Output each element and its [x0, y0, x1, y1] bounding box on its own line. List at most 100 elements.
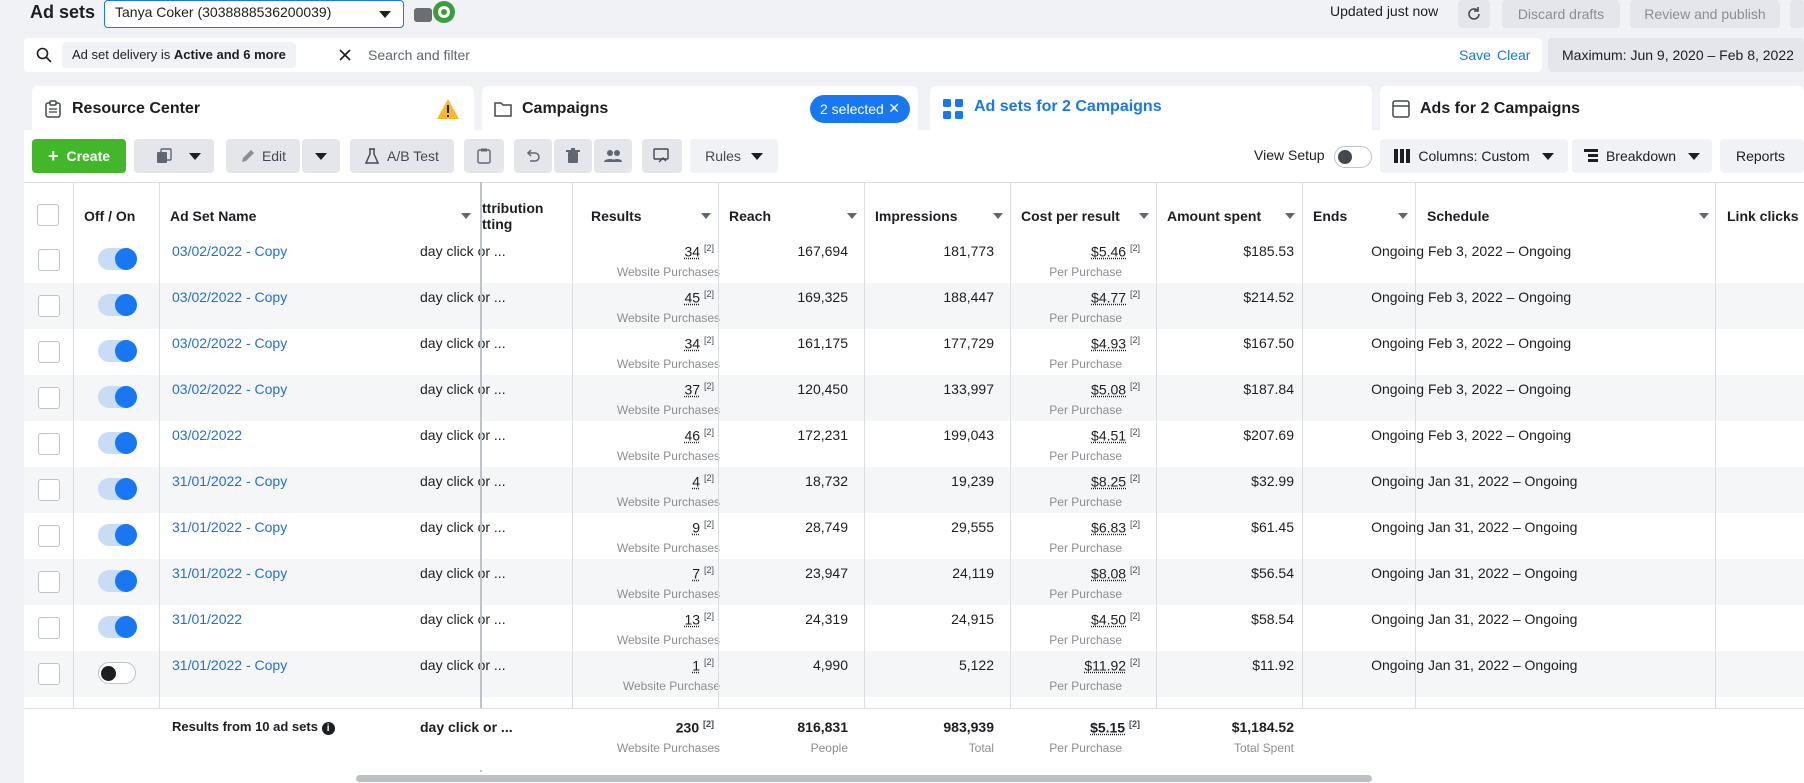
row-checkbox[interactable]: [38, 249, 60, 271]
col-ends[interactable]: Ends: [1313, 208, 1347, 224]
review-publish-button[interactable]: Review and publish: [1630, 0, 1780, 28]
table-row[interactable]: 31/01/2022 - Copy day click or ... 7 [2] We…: [24, 559, 1804, 605]
save-filter-link[interactable]: Save: [1459, 47, 1491, 63]
selected-count-badge[interactable]: 2 selected ✕: [810, 95, 910, 123]
col-results[interactable]: Results: [591, 208, 642, 224]
col-ad-set-name[interactable]: Ad Set Name: [170, 208, 256, 224]
ad-set-name-link[interactable]: 31/01/2022: [172, 611, 242, 627]
delivery-toggle[interactable]: [98, 248, 137, 270]
search-input[interactable]: Search and filter: [368, 47, 470, 63]
table-row[interactable]: 31/01/2022 day click or ... 13 [2] Website …: [24, 605, 1804, 651]
chevron-down-icon[interactable]: [993, 213, 1003, 219]
ab-test-button[interactable]: A/B Test: [350, 139, 454, 173]
row-checkbox[interactable]: [38, 617, 60, 639]
results-cell: 13 [2]: [584, 611, 714, 628]
table-row[interactable]: 31/01/2022 - Copy day click or ... 4 [2] We…: [24, 467, 1804, 513]
account-selector[interactable]: Tanya Coker (3038888536200039): [104, 0, 404, 28]
filter-chip[interactable]: Ad set delivery is Active and 6 more: [62, 42, 296, 68]
audience-button[interactable]: [594, 139, 632, 173]
col-cost-per-result[interactable]: Cost per result: [1021, 208, 1120, 224]
ad-set-name-link[interactable]: 03/02/2022: [172, 427, 242, 443]
delivery-toggle[interactable]: [98, 616, 137, 638]
clear-filter-link[interactable]: Clear: [1497, 47, 1530, 63]
col-attribution[interactable]: ttribution tting: [482, 200, 543, 232]
duplicate-dropdown-button[interactable]: [176, 139, 214, 173]
table-row[interactable]: 03/02/2022 - Copy day click or ... 34 [2] W…: [24, 237, 1804, 283]
cpr-sub: Per Purchase: [1049, 357, 1122, 371]
create-button[interactable]: + Create: [32, 139, 126, 173]
notes-button[interactable]: [464, 139, 504, 173]
delete-button[interactable]: [554, 139, 592, 173]
chevron-down-icon[interactable]: [1398, 213, 1408, 219]
row-checkbox[interactable]: [38, 571, 60, 593]
ad-set-name-link[interactable]: 03/02/2022 - Copy: [172, 335, 287, 351]
row-checkbox[interactable]: [38, 295, 60, 317]
delivery-toggle[interactable]: [98, 294, 137, 316]
info-icon[interactable]: i: [321, 722, 335, 735]
ad-set-name-link[interactable]: 31/01/2022 - Copy: [172, 519, 287, 535]
chevron-down-icon[interactable]: [1285, 213, 1295, 219]
delivery-toggle[interactable]: [98, 662, 136, 684]
ad-set-name-link[interactable]: 03/02/2022 - Copy: [172, 243, 287, 259]
delivery-toggle[interactable]: [98, 478, 137, 500]
col-link-clicks[interactable]: Link clicks: [1727, 208, 1799, 224]
export-button[interactable]: [642, 139, 682, 173]
row-checkbox[interactable]: [38, 433, 60, 455]
row-checkbox[interactable]: [38, 663, 60, 685]
edit-button[interactable]: Edit: [226, 139, 300, 173]
col-schedule[interactable]: Schedule: [1427, 208, 1489, 224]
delivery-toggle[interactable]: [98, 432, 137, 454]
cpr-sup: [2]: [1129, 335, 1140, 345]
date-range-picker[interactable]: Maximum: Jun 9, 2020 – Feb 8, 2022: [1548, 38, 1804, 72]
columns-button[interactable]: Columns: Custom: [1380, 139, 1568, 173]
chevron-down-icon[interactable]: [461, 213, 471, 219]
tab-resource-center[interactable]: Resource Center: [32, 86, 474, 130]
delivery-toggle[interactable]: [98, 570, 137, 592]
view-setup-toggle[interactable]: [1334, 146, 1372, 168]
table-row[interactable]: 03/02/2022 day click or ... 46 [2] Website …: [24, 421, 1804, 467]
col-amount-spent[interactable]: Amount spent: [1167, 208, 1261, 224]
close-icon[interactable]: [338, 48, 352, 62]
chevron-down-icon[interactable]: [847, 213, 857, 219]
row-checkbox[interactable]: [38, 479, 60, 501]
select-all-checkbox[interactable]: [37, 204, 59, 226]
ad-set-name-link[interactable]: 31/01/2022 - Copy: [172, 473, 287, 489]
close-icon[interactable]: ✕: [888, 100, 900, 117]
row-checkbox[interactable]: [38, 525, 60, 547]
col-reach[interactable]: Reach: [729, 208, 771, 224]
search-bar[interactable]: Ad set delivery is Active and 6 more Sea…: [24, 38, 1542, 72]
delivery-toggle[interactable]: [98, 340, 137, 362]
table-row[interactable]: 03/02/2022 - Copy day click or ... 45 [2] W…: [24, 283, 1804, 329]
tab-ads[interactable]: Ads for 2 Campaigns: [1380, 86, 1804, 130]
reports-button[interactable]: Reports: [1720, 139, 1804, 173]
rules-button[interactable]: Rules: [690, 139, 778, 173]
delivery-toggle[interactable]: [98, 386, 137, 408]
chevron-down-icon[interactable]: [1139, 213, 1149, 219]
ad-set-name-link[interactable]: 31/01/2022 - Copy: [172, 657, 287, 673]
ad-set-name-link[interactable]: 03/02/2022 - Copy: [172, 381, 287, 397]
chevron-down-icon[interactable]: [701, 213, 711, 219]
schedule-cell: Feb 3, 2022 – Ongoing: [1428, 289, 1572, 305]
row-checkbox[interactable]: [38, 341, 60, 363]
col-impressions[interactable]: Impressions: [875, 208, 957, 224]
row-checkbox[interactable]: [38, 387, 60, 409]
more-button[interactable]: [1790, 0, 1804, 28]
table-row[interactable]: 31/01/2022 - Copy day click or ... 1 [2] We…: [24, 651, 1804, 697]
breakdown-button[interactable]: Breakdown: [1572, 139, 1712, 173]
ad-set-name-link[interactable]: 31/01/2022 - Copy: [172, 565, 287, 581]
table-row[interactable]: 31/01/2022 - Copy day click or ... 9 [2] We…: [24, 513, 1804, 559]
edit-dropdown-button[interactable]: [302, 139, 340, 173]
refresh-button[interactable]: [1458, 0, 1490, 28]
ad-set-name-link[interactable]: 03/02/2022 - Copy: [172, 289, 287, 305]
results-sup: [2]: [703, 473, 714, 483]
table-row[interactable]: 03/02/2022 - Copy day click or ... 34 [2] W…: [24, 329, 1804, 375]
discard-drafts-button[interactable]: Discard drafts: [1502, 0, 1620, 28]
undo-button[interactable]: [514, 139, 552, 173]
col-attribution-line1: ttribution: [482, 200, 544, 216]
amount-spent-cell: $61.45: [1251, 519, 1294, 535]
horizontal-scrollbar[interactable]: [356, 775, 1372, 782]
delivery-toggle[interactable]: [98, 524, 137, 546]
tab-ad-sets[interactable]: Ad sets for 2 Campaigns: [930, 86, 1372, 134]
chevron-down-icon[interactable]: [1699, 213, 1709, 219]
table-row[interactable]: 03/02/2022 - Copy day click or ... 37 [2] W…: [24, 375, 1804, 421]
